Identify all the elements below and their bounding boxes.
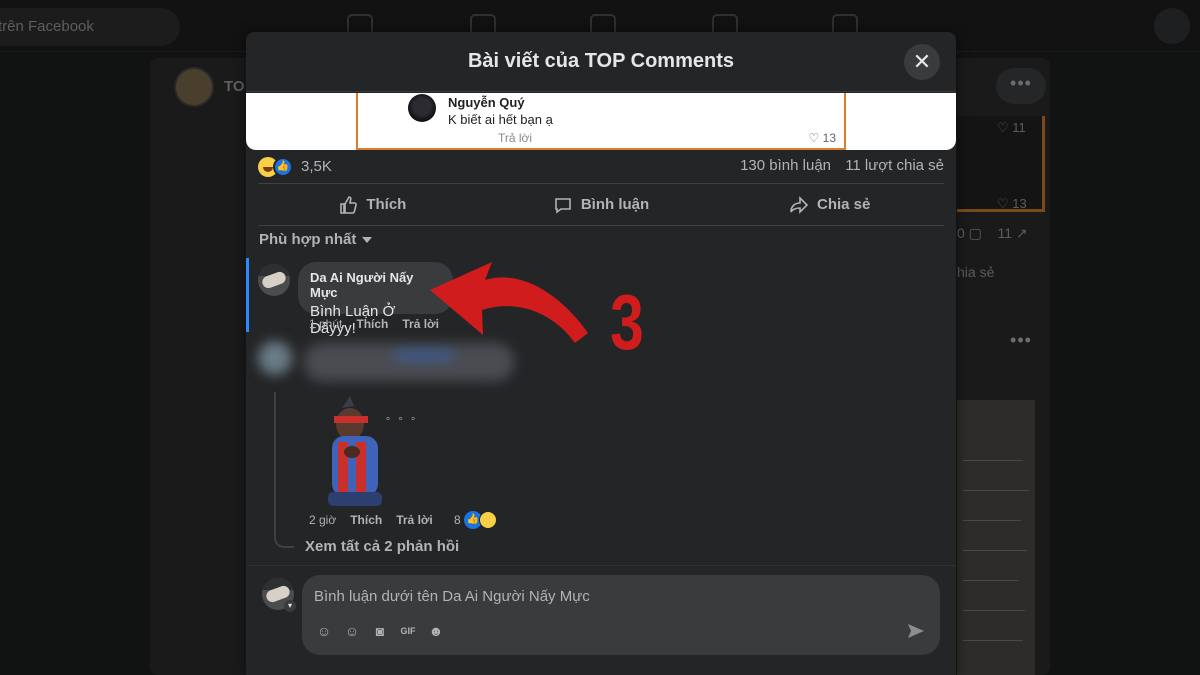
comment-label: Bình luận (580, 196, 650, 213)
sort-label: Phù hợp nhất (259, 231, 357, 248)
search-box[interactable]: trên Facebook (0, 8, 180, 46)
comment-author-avatar[interactable] (258, 264, 290, 296)
close-icon: ✕ (912, 49, 932, 74)
stats-right: 130 bình luận 11 lượt chia sẻ (740, 157, 944, 174)
post-stats: 👍 3,5K 130 bình luận 11 lượt chia sẻ (258, 150, 944, 184)
modal-header: Bài viết của TOP Comments ✕ (246, 32, 956, 92)
background-share-label: hia sẻ (957, 264, 995, 280)
comment-count[interactable]: 130 bình luận (740, 157, 831, 174)
chevron-down-icon[interactable]: ▾ (284, 600, 296, 612)
post-image-comment-text: K biết ai hết bạn ạ (448, 112, 553, 127)
post-image-like-count: ♡ 13 (808, 131, 836, 145)
close-button[interactable]: ✕ (904, 44, 940, 80)
haha-icon (479, 511, 497, 529)
character-sticker-image (328, 396, 382, 506)
gif-icon[interactable]: GIF (398, 621, 418, 641)
post-image-reply-label: Trả lời (498, 131, 533, 145)
page-name-fragment: TO (224, 78, 245, 95)
composer-icons: ☺ ☺ ◙ GIF ☻ (314, 621, 454, 641)
menu-grid-icon[interactable] (1154, 8, 1190, 44)
comment-meta: 1 phút Thích Trả lời (309, 317, 439, 331)
background-like-count: ♡ 13 (997, 196, 1027, 211)
camera-icon[interactable]: ◙ (370, 621, 390, 641)
page-avatar (174, 67, 214, 107)
annotation-number: 3 (610, 278, 644, 366)
comment-reply-button[interactable]: Trả lời (402, 317, 439, 331)
comment-composer: ☺ ☺ ◙ GIF ☻ (302, 575, 940, 655)
reaction-count[interactable]: 3,5K (301, 158, 332, 175)
reply-thread-line (274, 392, 294, 548)
comment-bubble: Da Ai Người Nấy Mực Bình Luận Ở Đâyyy! (298, 262, 453, 337)
modal-title: Bài viết của TOP Comments (467, 50, 734, 72)
like-button[interactable]: Thích (258, 184, 487, 225)
more-options-button[interactable]: ••• (996, 68, 1046, 104)
reply-meta: 2 giờ Thích Trả lời (309, 513, 433, 527)
composer-divider (246, 565, 956, 566)
comment-time[interactable]: 1 phút (309, 317, 342, 331)
share-button[interactable]: Chia sẻ (715, 184, 944, 225)
comment-button[interactable]: Bình luận (487, 184, 716, 225)
comment-like-button[interactable]: Thích (356, 317, 388, 331)
blurred-comment (256, 337, 526, 387)
thumbs-up-icon (340, 195, 358, 214)
background-handwriting-image (957, 400, 1035, 675)
emoji-icon[interactable]: ☺ (342, 621, 362, 641)
sticker-icon[interactable]: ☻ (426, 621, 446, 641)
typing-indicator: ˚ ˚ ˚ (386, 415, 418, 431)
reply-reactions[interactable]: 8 👍 (454, 511, 514, 531)
like-label: Thích (366, 196, 407, 213)
post-image-commenter-name: Nguyễn Quý (448, 95, 525, 110)
comment-icon (555, 197, 571, 214)
reaction-icons[interactable]: 👍 (258, 157, 298, 177)
share-count[interactable]: 11 lượt chia sẻ (845, 157, 944, 174)
post-modal: Bài viết của TOP Comments ✕ Nguyễn Quý K… (246, 32, 956, 675)
reply-reaction-count: 8 (454, 513, 461, 527)
send-icon[interactable] (906, 621, 926, 641)
background-stats: 0 ▢ 11 ↗ (957, 225, 1028, 241)
page: trên Facebook TO ••• ♡ 11 ♡ 13 0 ▢ 11 ↗ … (0, 0, 1200, 675)
background-like-count: ♡ 11 (997, 120, 1026, 135)
reply-reply-button[interactable]: Trả lời (396, 513, 433, 527)
caret-down-icon (362, 237, 373, 244)
see-all-replies-link[interactable]: Xem tất cả 2 phản hồi (305, 538, 459, 555)
comment-highlight-bar (246, 258, 249, 332)
share-label: Chia sẻ (817, 196, 871, 213)
sort-dropdown[interactable]: Phù hợp nhất (259, 231, 373, 248)
share-icon (790, 195, 809, 214)
reply-time[interactable]: 2 giờ (309, 513, 336, 527)
like-reaction-icon: 👍 (273, 157, 293, 177)
comment-input[interactable] (314, 585, 894, 607)
post-image-avatar (408, 94, 436, 122)
action-bar: Thích Bình luận Chia sẻ (258, 184, 944, 226)
reply-like-button[interactable]: Thích (350, 513, 382, 527)
post-image-frame: Nguyễn Quý K biết ai hết bạn ạ Trả lời ♡… (356, 93, 846, 150)
more-options-button[interactable]: ••• (996, 325, 1046, 361)
post-image[interactable]: Nguyễn Quý K biết ai hết bạn ạ Trả lời ♡… (246, 93, 956, 150)
avatar-sticker-icon[interactable]: ☺ (314, 621, 334, 641)
comment-author-name[interactable]: Da Ai Người Nấy Mực (310, 270, 441, 300)
